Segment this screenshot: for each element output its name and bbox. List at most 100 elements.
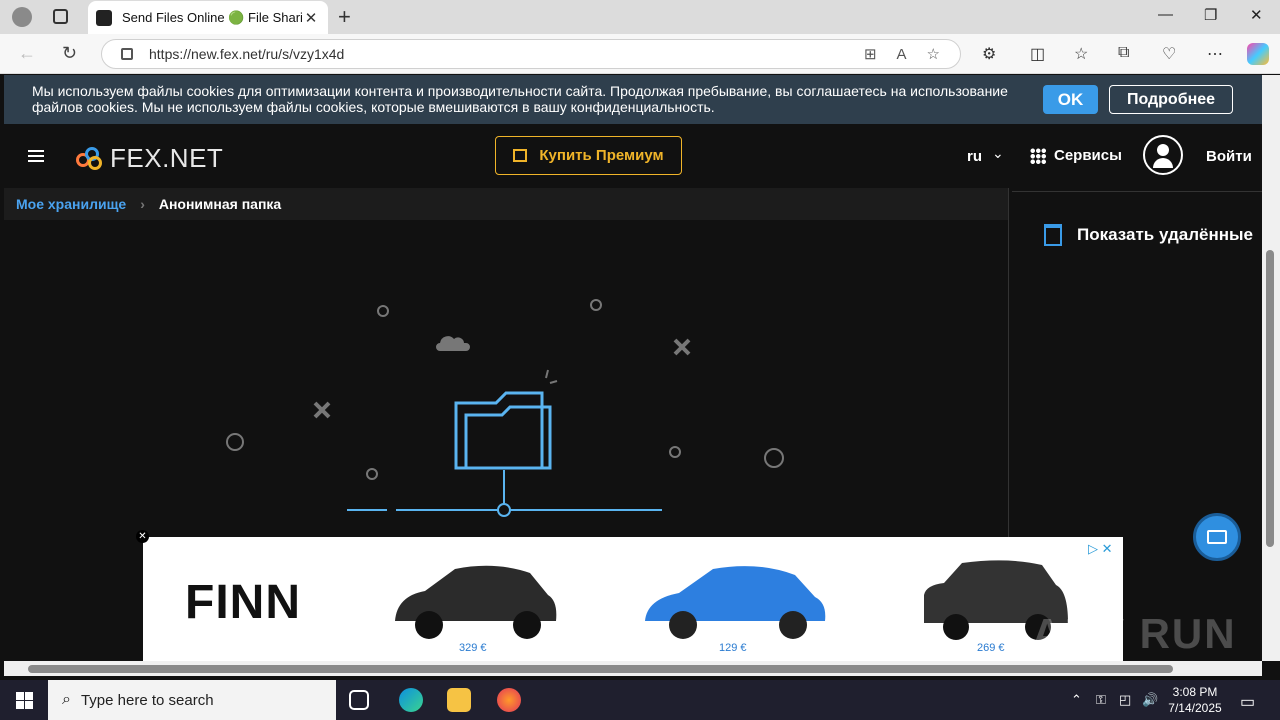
sparkle-icon [545,369,558,384]
reload-icon[interactable]: ↻ [62,43,77,64]
user-avatar-icon[interactable] [1143,135,1183,175]
folder-icon [454,391,552,470]
site-logo[interactable]: FEX.NET [76,143,223,174]
restore-icon[interactable]: ❐ [1204,6,1217,24]
network-icon[interactable]: ⚿ [1096,692,1106,708]
cookie-banner: Мы используем файлы cookies для оптимиза… [4,75,1262,124]
more-options-icon[interactable]: ⋯ [1207,44,1223,64]
chevron-down-icon[interactable]: ⌄ [992,145,1004,162]
task-view-icon[interactable] [349,690,369,710]
taskbar-search[interactable]: ⌕ Type here to search [48,680,336,720]
address-bar[interactable]: https://new.fex.net/ru/s/vzy1x4d ⊞ A ☆ [101,39,961,69]
logo-icon [76,146,104,171]
split-screen-icon[interactable]: ◫ [1030,44,1045,64]
favorite-star-icon[interactable]: ☆ [927,45,940,63]
browser-essentials-icon[interactable]: ♡ [1162,44,1176,64]
tab-actions-icon[interactable] [53,9,68,24]
ad-brand-logo[interactable]: FINN [185,575,301,630]
cookie-ok-button[interactable]: OK [1043,85,1098,114]
car-image[interactable] [387,551,562,643]
grid-icon [1030,147,1046,164]
cookie-text: Мы используем файлы cookies для оптимиза… [32,83,1008,115]
browser-tab[interactable]: Send Files Online 🟢 File Sharing ✕ [88,1,328,34]
horizontal-scrollbar[interactable] [4,661,1262,676]
show-deleted-button[interactable]: Показать удалённые [1044,224,1253,246]
file-explorer-icon[interactable] [447,688,471,712]
collections-icon[interactable]: ⧉ [1118,44,1129,62]
clock[interactable]: 3:08 PM 7/14/2025 [1160,684,1230,716]
tab-title: Send Files Online 🟢 File Sharing [122,9,302,25]
vertical-scrollbar-thumb[interactable] [1266,250,1274,547]
ad-close-icon[interactable]: ✕ [136,530,149,543]
network-node [497,503,511,517]
favorites-icon[interactable]: ☆ [1074,44,1088,64]
search-icon: ⌕ [62,691,71,708]
clock-date: 7/14/2025 [1168,701,1222,715]
logo-text: FEX.NET [110,143,224,173]
mail-icon [1207,530,1227,544]
chevron-right-icon: › [140,196,145,212]
lock-icon[interactable] [121,48,133,60]
cross-icon [673,338,691,356]
profile-icon[interactable] [12,7,32,27]
car-image[interactable] [637,551,832,643]
breadcrumb-root-link[interactable]: Мое хранилище [16,196,126,212]
volume-icon[interactable]: 🔊 [1142,692,1158,708]
new-tab-icon[interactable]: + [338,4,351,30]
decor-circle [590,299,602,311]
trash-icon [1044,224,1062,246]
copilot-icon[interactable] [1247,43,1269,65]
read-aloud-icon[interactable]: A [897,46,907,63]
services-label: Сервисы [1054,147,1122,164]
buy-premium-label: Купить Премиум [539,147,664,164]
browser-tab-bar: Send Files Online 🟢 File Sharing ✕ + — ❐… [0,0,1280,34]
breadcrumb: Мое хранилище › Анонимная папка [4,188,1008,220]
ad-price[interactable]: 129 € [719,642,747,654]
decor-circle [669,446,681,458]
tab-close-icon[interactable]: ✕ [302,9,320,27]
decor-circle [764,448,784,468]
breadcrumb-current: Анонимная папка [158,196,282,212]
site-header: FEX.NET Купить Премиум ru ⌄ Сервисы Войт… [4,124,1262,188]
cookie-more-button[interactable]: Подробнее [1109,85,1233,114]
minimize-icon[interactable]: — [1158,6,1173,23]
browser-toolbar: ← ↻ https://new.fex.net/ru/s/vzy1x4d ⊞ A… [0,34,1280,74]
favicon-icon [96,9,112,26]
buy-premium-button[interactable]: Купить Премиум [495,136,682,175]
cloud-icon [436,336,470,351]
edge-icon[interactable] [399,688,423,712]
gift-icon [513,149,528,162]
empty-folder-illustration [226,299,784,517]
chevron-up-icon[interactable]: ⌃ [1071,692,1082,708]
clock-time: 3:08 PM [1172,685,1218,699]
search-placeholder: Type here to search [80,691,214,709]
extensions-icon[interactable]: ⚙ [982,44,996,64]
services-menu[interactable]: Сервисы [1030,147,1122,164]
close-window-icon[interactable]: ✕ [1250,6,1263,24]
watermark: ANY RUN [1032,610,1237,657]
wifi-icon[interactable]: ◰ [1119,692,1131,708]
ad-price[interactable]: 329 € [459,642,487,654]
notification-icon[interactable]: ▭ [1240,692,1255,712]
feedback-mail-button[interactable] [1193,513,1241,561]
windows-start-icon[interactable] [16,692,33,709]
back-icon[interactable]: ← [18,43,36,64]
ad-banner[interactable]: FINN ▷ ✕ 329 € 129 € 269 € [143,537,1123,661]
page-viewport: Мы используем файлы cookies для оптимиза… [4,75,1262,661]
app-available-icon[interactable]: ⊞ [864,45,877,63]
show-deleted-label: Показать удалённые [1077,225,1253,244]
language-selector[interactable]: ru [967,148,982,165]
adchoices-icon[interactable]: ▷ ✕ [1088,541,1113,557]
horizontal-scrollbar-thumb[interactable] [28,665,1173,673]
cross-icon [313,401,331,419]
ad-price[interactable]: 269 € [977,642,1005,654]
taskbar: ⌕ Type here to search ⌃ ⚿ ◰ 🔊 3:08 PM 7/… [0,680,1280,720]
vertical-scrollbar[interactable] [1262,75,1280,661]
firefox-icon[interactable] [497,688,521,712]
sidebar-divider [1012,191,1262,192]
login-link[interactable]: Войти [1206,148,1252,165]
url-text[interactable]: https://new.fex.net/ru/s/vzy1x4d [149,46,864,62]
decor-circle [377,305,389,317]
menu-icon[interactable] [28,150,44,162]
decor-circle [226,433,244,451]
